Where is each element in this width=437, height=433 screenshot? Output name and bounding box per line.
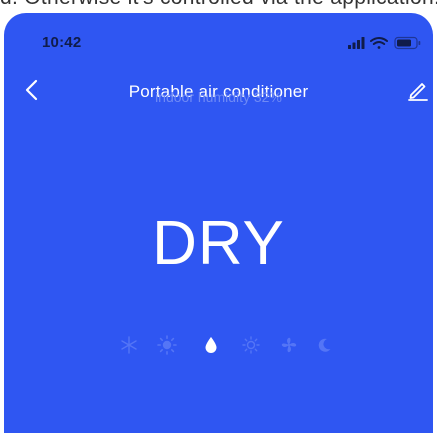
mode-selector	[118, 334, 332, 356]
mode-auto-button[interactable]	[240, 334, 262, 356]
status-bar: 10:42	[4, 13, 433, 57]
mode-heat-button[interactable]	[156, 334, 178, 356]
fan-icon	[281, 337, 297, 353]
snowflake-icon	[121, 336, 137, 354]
phone-screen: 10:42 Portable air conditioner indoor hu…	[4, 13, 433, 433]
signal-icon	[348, 37, 365, 49]
water-drop-icon	[205, 337, 217, 353]
mode-sleep-button[interactable]	[314, 334, 336, 356]
battery-icon	[394, 36, 421, 50]
mode-cool-button[interactable]	[118, 334, 140, 356]
cropped-caption-text: d. Otherwise it's controlled via the app…	[0, 0, 437, 10]
indoor-humidity-label: indoor humidity 32%	[155, 89, 282, 105]
moon-icon	[318, 338, 331, 352]
cropped-caption-strip: d. Otherwise it's controlled via the app…	[0, 0, 437, 13]
current-mode-display: DRY	[152, 209, 285, 278]
mode-dry-button[interactable]	[200, 334, 222, 356]
sun-icon	[157, 335, 177, 355]
status-icons	[348, 36, 424, 50]
wifi-icon	[370, 37, 388, 49]
auto-sun-icon	[242, 336, 260, 354]
status-time: 10:42	[42, 34, 82, 51]
mode-fan-button[interactable]	[278, 334, 300, 356]
